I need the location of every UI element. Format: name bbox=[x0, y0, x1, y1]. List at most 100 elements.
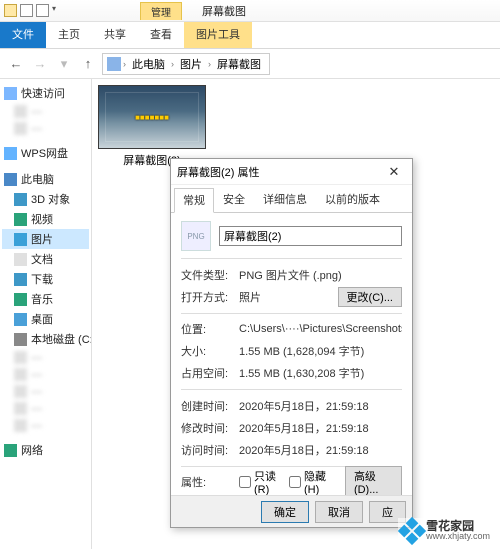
sidebar-item-blurred[interactable]: — bbox=[2, 349, 89, 366]
image-icon bbox=[14, 233, 27, 246]
sidebar-item-blurred[interactable]: — bbox=[2, 366, 89, 383]
crumb-pictures[interactable]: 图片 bbox=[176, 56, 206, 72]
window-title: 屏幕截图 bbox=[202, 3, 246, 19]
sidebar: 快速访问 — — WPS网盘 此电脑 3D 对象 视频 图片 文档 下载 音乐 … bbox=[0, 79, 92, 549]
label-openwith: 打开方式: bbox=[181, 289, 233, 305]
breadcrumb[interactable]: › 此电脑 › 图片 › 屏幕截图 bbox=[102, 53, 270, 75]
sidebar-quick-access[interactable]: 快速访问 bbox=[2, 83, 89, 103]
sidebar-label: 文档 bbox=[31, 251, 53, 267]
sidebar-item-desktop[interactable]: 桌面 bbox=[2, 309, 89, 329]
document-icon bbox=[14, 253, 27, 266]
tab-view[interactable]: 查看 bbox=[138, 22, 184, 48]
tab-file[interactable]: 文件 bbox=[0, 22, 46, 48]
checkbox-hidden[interactable]: 隐藏(H) bbox=[289, 468, 333, 495]
pc-icon bbox=[4, 173, 17, 186]
sidebar-label: — bbox=[31, 106, 42, 118]
tab-previous-versions[interactable]: 以前的版本 bbox=[316, 187, 389, 212]
sidebar-item-drive-c[interactable]: 本地磁盘 (C:) bbox=[2, 329, 89, 349]
sidebar-label: 本地磁盘 (C:) bbox=[31, 331, 92, 347]
sidebar-label: — bbox=[31, 123, 42, 135]
folder-icon bbox=[14, 122, 27, 135]
checkbox-readonly[interactable]: 只读(R) bbox=[239, 468, 283, 495]
cloud-icon bbox=[4, 147, 17, 160]
value-type: PNG 图片文件 (.png) bbox=[239, 267, 402, 283]
sidebar-network[interactable]: 网络 bbox=[2, 440, 89, 460]
chevron-right-icon[interactable]: › bbox=[208, 59, 211, 69]
dialog-footer: 确定 取消 应 bbox=[171, 495, 412, 527]
tab-home[interactable]: 主页 bbox=[46, 22, 92, 48]
drive-icon bbox=[14, 419, 27, 432]
recent-dropdown-icon[interactable]: ▾ bbox=[54, 54, 74, 74]
sidebar-label: 图片 bbox=[31, 231, 53, 247]
cube-icon bbox=[14, 193, 27, 206]
sidebar-label: 下载 bbox=[31, 271, 53, 287]
label-type: 文件类型: bbox=[181, 267, 233, 283]
sidebar-label: 网络 bbox=[21, 442, 43, 458]
folder-icon bbox=[14, 105, 27, 118]
value-modified: 2020年5月18日，21:59:18 bbox=[239, 420, 402, 436]
crumb-leaf[interactable]: 屏幕截图 bbox=[213, 56, 265, 72]
sidebar-label: 音乐 bbox=[31, 291, 53, 307]
sidebar-item-music[interactable]: 音乐 bbox=[2, 289, 89, 309]
tab-share[interactable]: 共享 bbox=[92, 22, 138, 48]
forward-button[interactable]: → bbox=[30, 54, 50, 74]
tab-picture-tools[interactable]: 图片工具 bbox=[184, 22, 252, 48]
qat-item[interactable] bbox=[20, 4, 33, 17]
drive-icon bbox=[14, 385, 27, 398]
tab-general[interactable]: 常规 bbox=[174, 188, 214, 213]
label-accessed: 访问时间: bbox=[181, 442, 233, 458]
watermark: 雪花家园 www.xhjaty.com bbox=[398, 518, 494, 543]
value-sizeondisk: 1.55 MB (1,630,208 字节) bbox=[239, 365, 402, 381]
label-modified: 修改时间: bbox=[181, 420, 233, 436]
cancel-button[interactable]: 取消 bbox=[315, 501, 363, 523]
qat-dropdown-icon[interactable]: ▾ bbox=[52, 4, 56, 17]
star-icon bbox=[4, 87, 17, 100]
tab-details[interactable]: 详细信息 bbox=[254, 187, 316, 212]
sidebar-label: 桌面 bbox=[31, 311, 53, 327]
sidebar-item-blurred[interactable]: — bbox=[2, 103, 89, 120]
drive-icon bbox=[14, 368, 27, 381]
label-sizeondisk: 占用空间: bbox=[181, 365, 233, 381]
close-button[interactable]: ✕ bbox=[382, 164, 406, 180]
sidebar-this-pc[interactable]: 此电脑 bbox=[2, 169, 89, 189]
titlebar: ▾ 管理 屏幕截图 bbox=[0, 0, 500, 22]
sidebar-item-pictures[interactable]: 图片 bbox=[2, 229, 89, 249]
back-button[interactable]: ← bbox=[6, 54, 26, 74]
sidebar-wps[interactable]: WPS网盘 bbox=[2, 143, 89, 163]
sidebar-item-videos[interactable]: 视频 bbox=[2, 209, 89, 229]
up-button[interactable]: ↑ bbox=[78, 54, 98, 74]
label-size: 大小: bbox=[181, 343, 233, 359]
contextual-tab-label: 管理 bbox=[140, 2, 182, 20]
snowflake-icon bbox=[398, 516, 426, 544]
crumb-root[interactable]: 此电脑 bbox=[128, 56, 169, 72]
sidebar-item-downloads[interactable]: 下载 bbox=[2, 269, 89, 289]
value-accessed: 2020年5月18日，21:59:18 bbox=[239, 442, 402, 458]
sidebar-item-blurred[interactable]: — bbox=[2, 383, 89, 400]
value-openwith: 照片 bbox=[239, 289, 332, 305]
chevron-right-icon[interactable]: › bbox=[171, 59, 174, 69]
sidebar-item-blurred[interactable]: — bbox=[2, 120, 89, 137]
change-button[interactable]: 更改(C)... bbox=[338, 287, 402, 307]
sidebar-label: 此电脑 bbox=[21, 171, 54, 187]
filetype-icon: PNG bbox=[181, 221, 211, 251]
sidebar-item-blurred[interactable]: — bbox=[2, 417, 89, 434]
filename-input[interactable] bbox=[219, 226, 402, 246]
sidebar-item-documents[interactable]: 文档 bbox=[2, 249, 89, 269]
sidebar-item-blurred[interactable]: — bbox=[2, 400, 89, 417]
qat-item[interactable] bbox=[36, 4, 49, 17]
quick-access-toolbar: ▾ bbox=[0, 4, 60, 17]
value-size: 1.55 MB (1,628,094 字节) bbox=[239, 343, 402, 359]
value-created: 2020年5月18日，21:59:18 bbox=[239, 398, 402, 414]
tab-security[interactable]: 安全 bbox=[214, 187, 254, 212]
watermark-url: www.xhjaty.com bbox=[426, 532, 490, 541]
drive-icon bbox=[14, 351, 27, 364]
dialog-tabs: 常规 安全 详细信息 以前的版本 bbox=[171, 185, 412, 213]
ok-button[interactable]: 确定 bbox=[261, 501, 309, 523]
video-icon bbox=[14, 213, 27, 226]
dialog-body: PNG 文件类型: PNG 图片文件 (.png) 打开方式: 照片更改(C)...… bbox=[171, 213, 412, 495]
advanced-button[interactable]: 高级(D)... bbox=[345, 466, 402, 495]
chevron-right-icon[interactable]: › bbox=[123, 59, 126, 69]
folder-icon bbox=[4, 4, 17, 17]
sidebar-item-3d[interactable]: 3D 对象 bbox=[2, 189, 89, 209]
dialog-titlebar[interactable]: 屏幕截图(2) 属性 ✕ bbox=[171, 159, 412, 185]
